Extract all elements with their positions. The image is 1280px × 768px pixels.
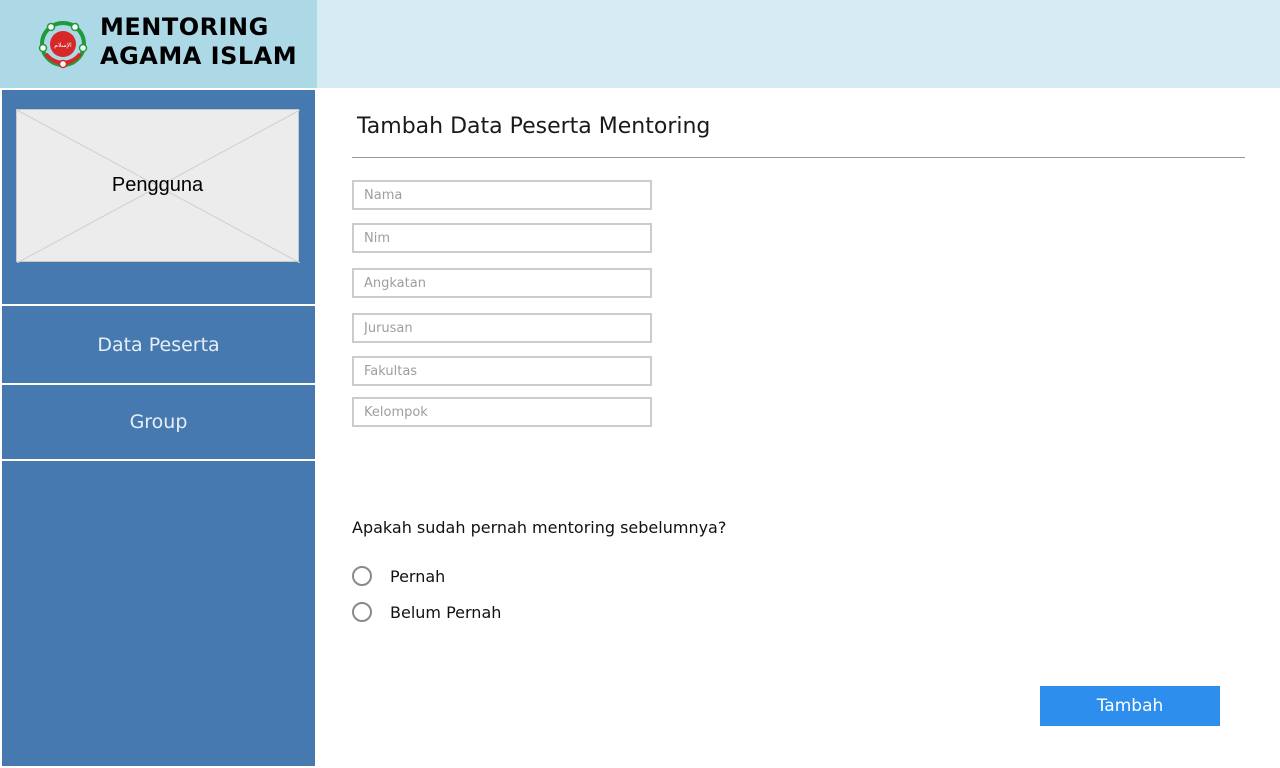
logo-area: الإسلام MENTORING AGAMA ISLAM bbox=[0, 0, 317, 88]
app-title-line2: AGAMA ISLAM bbox=[100, 42, 298, 70]
nim-input[interactable] bbox=[352, 223, 652, 253]
jurusan-input[interactable] bbox=[352, 313, 652, 343]
sidebar-item-label: Data Peserta bbox=[97, 333, 220, 356]
top-bar bbox=[317, 0, 1280, 88]
sidebar-item-data-peserta[interactable]: Data Peserta bbox=[2, 306, 315, 383]
mentoring-question: Apakah sudah pernah mentoring sebelumnya… bbox=[352, 518, 727, 537]
radio-label: Pernah bbox=[390, 566, 446, 586]
angkatan-input[interactable] bbox=[352, 268, 652, 298]
profile-image-placeholder: Pengguna bbox=[16, 109, 300, 263]
nama-input[interactable] bbox=[352, 180, 652, 210]
tambah-button[interactable]: Tambah bbox=[1040, 686, 1220, 726]
page-title: Tambah Data Peserta Mentoring bbox=[357, 114, 711, 139]
sidebar-filler bbox=[2, 461, 315, 766]
radio-option-belum-pernah[interactable]: Belum Pernah bbox=[352, 602, 501, 622]
kelompok-input[interactable] bbox=[352, 397, 652, 427]
radio-label: Belum Pernah bbox=[390, 602, 502, 622]
app-title-line1: MENTORING bbox=[100, 13, 269, 41]
emblem-text: الإسلام bbox=[54, 42, 72, 49]
profile-panel: Pengguna bbox=[2, 90, 315, 304]
fakultas-input[interactable] bbox=[352, 356, 652, 386]
sidebar-item-label: Group bbox=[129, 411, 188, 433]
profile-label: Pengguna bbox=[111, 174, 204, 196]
sidebar: Pengguna Data Peserta Group bbox=[0, 88, 317, 768]
app-title: MENTORING AGAMA ISLAM bbox=[100, 13, 297, 71]
radio-button[interactable] bbox=[352, 566, 372, 586]
sidebar-item-group[interactable]: Group bbox=[2, 385, 315, 459]
title-divider bbox=[352, 157, 1245, 158]
radio-option-pernah[interactable]: Pernah bbox=[352, 566, 445, 586]
islam-emblem-icon: الإسلام bbox=[38, 21, 88, 69]
radio-button[interactable] bbox=[352, 602, 372, 622]
